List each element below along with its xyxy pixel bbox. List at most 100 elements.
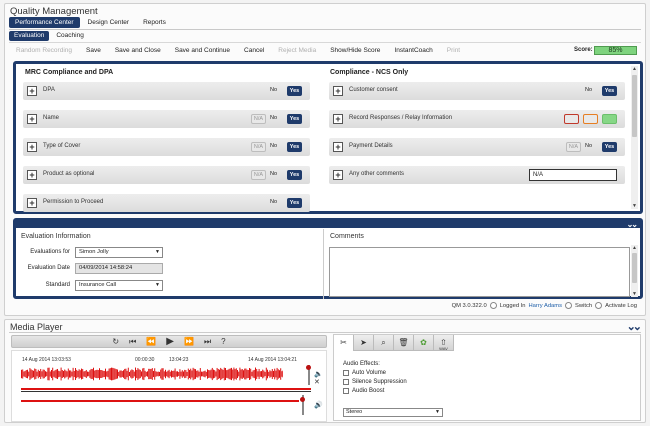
waveform-bar (53, 371, 55, 377)
skip-end-icon[interactable]: ⏭ (204, 337, 211, 347)
replay-icon[interactable]: ↻ (112, 337, 119, 347)
waveform-bar (42, 369, 44, 379)
expand-plus-icon[interactable]: + (333, 86, 343, 96)
expand-plus-icon[interactable]: + (333, 114, 343, 124)
answer-na-button[interactable]: N/A (566, 142, 581, 152)
save-button[interactable]: Save (79, 47, 108, 54)
answer-yes-button[interactable]: Yes (287, 170, 302, 180)
tab-coaching[interactable]: Coaching (51, 31, 88, 41)
tab-reports[interactable]: Reports (137, 17, 172, 28)
scroll-down-icon[interactable]: ▼ (631, 203, 638, 209)
comments-textarea[interactable] (329, 247, 630, 297)
trash-icon[interactable]: 🗑 (394, 335, 414, 351)
logged-in-user-link[interactable]: Harry Adams (529, 303, 563, 309)
evaluation-form: MRC Compliance and DPA Compliance - NCS … (13, 61, 643, 214)
expand-plus-icon[interactable]: + (27, 142, 37, 152)
expand-plus-icon[interactable]: + (27, 198, 37, 208)
evaluations-for-select[interactable]: Simon Jolly ▼ (75, 247, 163, 258)
skip-start-icon[interactable]: ⏮ (129, 337, 136, 347)
answer-green-button[interactable] (602, 114, 617, 124)
reject-media-button[interactable]: Reject Media (271, 47, 323, 54)
answer-na-button[interactable]: N/A (251, 170, 266, 180)
form-scrollbar[interactable]: ▲ ▼ (631, 66, 638, 209)
activate-log-label[interactable]: Activate Log (605, 303, 637, 309)
tab-evaluation[interactable]: Evaluation (9, 31, 50, 41)
answer-no-button[interactable]: No (270, 198, 277, 208)
answer-no-button[interactable]: No (585, 142, 592, 152)
print-button[interactable]: Print (440, 47, 467, 54)
channel-two-volume-handle[interactable] (300, 397, 305, 402)
scroll-up-icon[interactable]: ▲ (631, 66, 638, 72)
cancel-button[interactable]: Cancel (237, 47, 271, 54)
speaker-icon[interactable]: 🔊 (314, 401, 323, 409)
answer-no-button[interactable]: No (585, 86, 592, 96)
channel-one-volume-handle[interactable] (306, 365, 311, 370)
answer-yes-button[interactable]: Yes (602, 142, 617, 152)
scroll-down-icon[interactable]: ▼ (631, 291, 638, 297)
activate-log-radio[interactable] (595, 302, 603, 309)
help-icon[interactable]: ? (221, 337, 225, 347)
audio-settings-icon[interactable]: ✂ (334, 335, 354, 351)
save-and-close-button[interactable]: Save and Close (108, 47, 168, 54)
waveform-bar (232, 369, 234, 379)
save-and-continue-button[interactable]: Save and Continue (168, 47, 237, 54)
waveform-bar (227, 369, 229, 379)
auto-volume-option[interactable]: Auto Volume (343, 370, 386, 376)
instant-coach-button[interactable]: InstantCoach (387, 47, 439, 54)
expand-plus-icon[interactable]: + (333, 170, 343, 180)
waveform-bar (153, 370, 154, 378)
export-wav-icon[interactable]: ⇧ WAV (434, 335, 454, 351)
answer-red-button[interactable] (564, 114, 579, 124)
collapse-chevron-icon[interactable]: ⌄⌄ (627, 220, 638, 229)
expand-plus-icon[interactable]: + (27, 86, 37, 96)
answer-yes-button[interactable]: Yes (287, 114, 302, 124)
switch-radio[interactable] (565, 302, 573, 309)
silence-suppression-checkbox[interactable] (343, 379, 349, 385)
tab-performance-center[interactable]: Performance Center (9, 17, 80, 28)
expand-plus-icon[interactable]: + (333, 142, 343, 152)
random-recording-button[interactable]: Random Recording (9, 47, 79, 54)
scroll-up-icon[interactable]: ▲ (631, 245, 638, 251)
speaker-mute-icon[interactable]: 🔈✕ (314, 370, 326, 386)
answer-yes-button[interactable]: Yes (287, 142, 302, 152)
silence-suppression-option[interactable]: Silence Suppression (343, 379, 407, 385)
answer-yes-button[interactable]: Yes (287, 86, 302, 96)
expand-plus-icon[interactable]: + (27, 170, 37, 180)
answer-no-button[interactable]: No (270, 142, 277, 152)
waveform-bar (22, 369, 24, 379)
answer-no-button[interactable]: No (270, 170, 277, 180)
play-icon[interactable]: ▶ (166, 336, 174, 347)
send-icon[interactable]: ➤ (354, 335, 374, 351)
expand-plus-icon[interactable]: + (27, 114, 37, 124)
comments-scrollbar-thumb[interactable] (632, 253, 637, 283)
auto-volume-checkbox[interactable] (343, 370, 349, 376)
switch-label[interactable]: Switch (575, 303, 592, 309)
waveform-bar (247, 370, 249, 378)
answer-no-button[interactable]: No (270, 86, 277, 96)
flag-icon[interactable]: ✿ (414, 335, 434, 351)
form-scrollbar-thumb[interactable] (632, 75, 637, 137)
comments-scrollbar[interactable]: ▲ ▼ (631, 245, 638, 297)
answer-yes-button[interactable]: Yes (602, 86, 617, 96)
waveform-bar (204, 370, 206, 378)
audio-mode-select[interactable]: Stereo ▼ (343, 408, 443, 417)
search-icon[interactable]: ⌕ (374, 335, 394, 351)
question-label: Payment Details (349, 143, 393, 149)
comments-input[interactable]: N/A (529, 169, 617, 181)
waveform-bar (279, 370, 280, 378)
answer-no-button[interactable]: No (270, 114, 277, 124)
answer-na-button[interactable]: N/A (251, 114, 266, 124)
answer-orange-button[interactable] (583, 114, 598, 124)
audio-waveform[interactable] (21, 367, 283, 381)
channel-two-track[interactable] (21, 400, 299, 402)
rewind-icon[interactable]: ⏪ (146, 337, 156, 347)
audio-boost-checkbox[interactable] (343, 388, 349, 394)
answer-yes-button[interactable]: Yes (287, 198, 302, 208)
tab-design-center[interactable]: Design Center (82, 17, 136, 28)
waveform-bar (165, 369, 166, 379)
show-hide-score-button[interactable]: Show/Hide Score (323, 47, 387, 54)
answer-na-button[interactable]: N/A (251, 142, 266, 152)
audio-boost-option[interactable]: Audio Boost (343, 388, 384, 394)
fast-forward-icon[interactable]: ⏩ (184, 337, 194, 347)
standard-select[interactable]: Insurance Call ▼ (75, 280, 163, 291)
